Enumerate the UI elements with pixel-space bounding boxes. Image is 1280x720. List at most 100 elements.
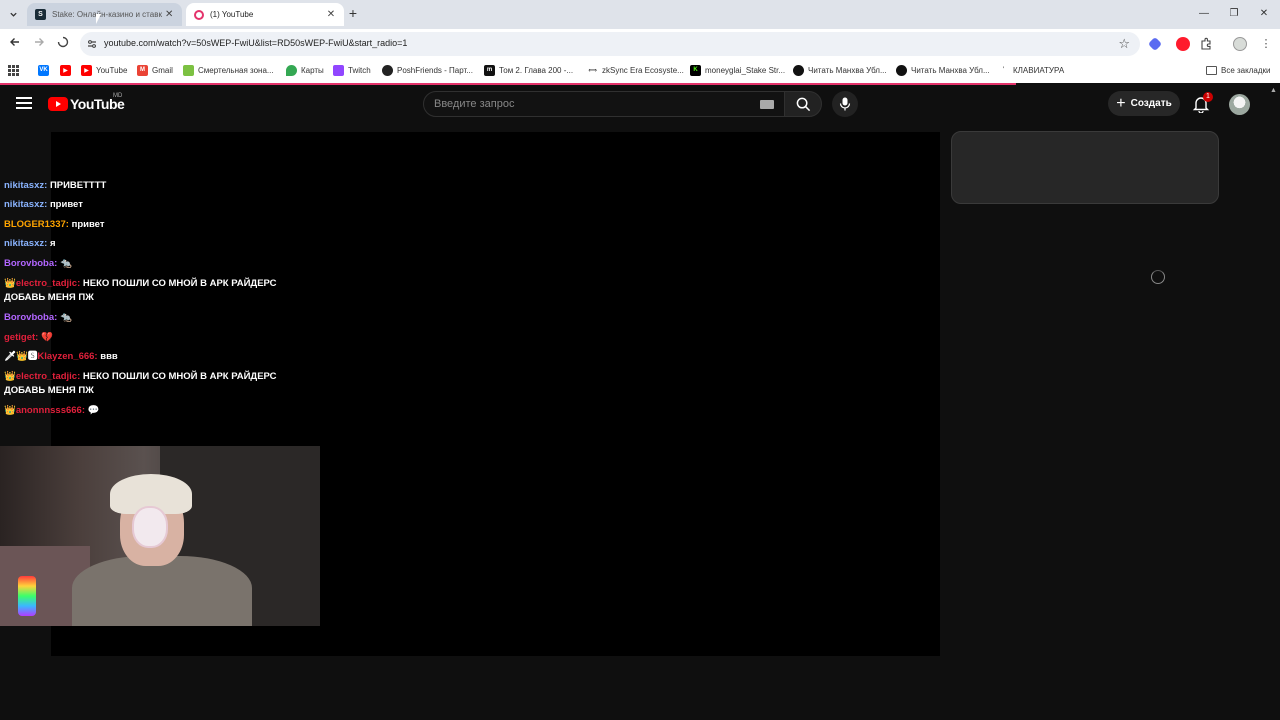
- address-bar[interactable]: youtube.com/watch?v=50sWEP-FwiU&list=RD5…: [80, 32, 1140, 56]
- chat-message: getiget: 💔: [4, 331, 314, 345]
- bookmark-deadzone[interactable]: Смертельная зона...: [183, 64, 274, 76]
- kebab-menu-icon[interactable]: ⋮: [1259, 37, 1273, 51]
- search-button[interactable]: [784, 91, 822, 117]
- bookmark-kick[interactable]: Kmoneyglai_Stake Str...: [690, 64, 785, 76]
- scrollbar-up-arrow-icon[interactable]: ▲: [1270, 87, 1277, 94]
- all-bookmarks-folder[interactable]: Все закладки: [1206, 64, 1270, 76]
- back-arrow-icon[interactable]: [7, 36, 23, 52]
- forward-arrow-icon[interactable]: [31, 36, 47, 52]
- chat-message: Borovboba: 🐀: [4, 257, 314, 271]
- chat-username: nikitasxz:: [4, 180, 48, 191]
- chat-emote: 🐀: [59, 312, 72, 323]
- chat-emote: 💔: [40, 332, 53, 343]
- region-code: MD: [113, 93, 123, 99]
- bookmark-manhwa-1[interactable]: Читать Манхва Убл...: [793, 64, 887, 76]
- sword-crown-badges-icon: 🗡👑🆂: [4, 351, 38, 362]
- bookmarks-bar: VK ▶ ▶ YouTube M Gmail Смертельная зона...…: [0, 59, 1280, 81]
- tab-close-icon[interactable]: ✕: [162, 9, 176, 20]
- zksync-icon: ⟺: [587, 64, 598, 76]
- new-tab-button[interactable]: +: [345, 5, 361, 21]
- bookmark-vk[interactable]: VK: [38, 64, 53, 76]
- chat-text: ПРИВЕТТТТ: [49, 180, 107, 191]
- manhwa-icon: [896, 64, 907, 76]
- account-avatar[interactable]: [1229, 94, 1250, 115]
- chat-username: nikitasxz:: [4, 238, 48, 249]
- bookmark-gmail[interactable]: M Gmail: [137, 64, 173, 76]
- chat-message: BLOGER1337: привет: [4, 218, 314, 232]
- site-info-icon[interactable]: [86, 38, 98, 50]
- tab-youtube[interactable]: (1) YouTube ✕: [186, 3, 344, 26]
- restore-icon[interactable]: ❐: [1226, 6, 1242, 22]
- youtube-play-icon: [48, 97, 68, 111]
- chat-emote: 💬: [87, 405, 100, 416]
- bookmark-youtube[interactable]: ▶ YouTube: [81, 64, 127, 76]
- crown-badge-icon: 👑: [4, 405, 16, 416]
- close-window-icon[interactable]: ✕: [1256, 6, 1272, 22]
- create-button[interactable]: + Создать: [1108, 91, 1180, 116]
- twitch-icon: [333, 64, 344, 76]
- bookmark-maps[interactable]: Карты: [286, 64, 324, 76]
- maps-pin-icon: [286, 64, 297, 76]
- bookmark-label: moneyglai_Stake Str...: [705, 65, 786, 75]
- streamer-webcam-overlay: [0, 446, 320, 626]
- minimize-icon[interactable]: —: [1196, 6, 1212, 22]
- tab-search-chevron-icon[interactable]: [5, 6, 21, 22]
- chat-message: nikitasxz: ПРИВЕТТТТ: [4, 179, 314, 193]
- apps-grid-icon[interactable]: [8, 64, 19, 76]
- chat-message: 👑anonnnsss666: 💬: [4, 404, 314, 418]
- youtube-header: YouTube MD Введите запрос + Создать 1: [0, 85, 1280, 123]
- bookmark-label: КЛАВИАТУРА: [1013, 65, 1065, 75]
- bookmark-keyboard[interactable]: ' КЛАВИАТУРА: [998, 64, 1064, 76]
- notification-count-badge: 1: [1203, 92, 1213, 102]
- bookmark-poshfriends[interactable]: PoshFriends - Парт...: [382, 64, 473, 76]
- kick-icon: K: [690, 64, 701, 76]
- posh-icon: [382, 64, 393, 76]
- chat-emote: 🐀: [59, 258, 72, 269]
- bookmark-label: Gmail: [152, 65, 173, 75]
- tab-stake-label: Stake: Онлайн-казино и ставки: [52, 10, 163, 19]
- green-site-icon: [183, 64, 194, 76]
- mouse-cursor-icon: [96, 14, 106, 24]
- bookmark-youtube-icon-only[interactable]: ▶: [60, 64, 75, 76]
- profile-avatar-icon[interactable]: [1233, 37, 1247, 51]
- crown-badge-icon: 👑: [4, 278, 16, 289]
- bookmark-twitch[interactable]: Twitch: [333, 64, 371, 76]
- loading-spinner-icon[interactable]: [55, 36, 71, 52]
- keyboard-icon[interactable]: [760, 100, 774, 109]
- bookmark-label: Читать Манхва Убл...: [911, 65, 990, 75]
- voice-search-button[interactable]: [832, 91, 858, 117]
- search-input[interactable]: Введите запрос: [423, 91, 785, 117]
- chat-text: ввв: [100, 351, 118, 362]
- bookmark-label: YouTube: [96, 65, 128, 75]
- chat-message: nikitasxz: я: [4, 237, 314, 251]
- search-icon: [796, 97, 810, 111]
- all-bookmarks-label: Все закладки: [1221, 65, 1271, 75]
- browser-toolbar: youtube.com/watch?v=50sWEP-FwiU&list=RD5…: [0, 29, 1280, 59]
- browser-tab-strip: S Stake: Онлайн-казино и ставки ✕ (1) Yo…: [0, 0, 1280, 29]
- tab-close-icon[interactable]: ✕: [324, 9, 338, 20]
- extensions-puzzle-icon[interactable]: [1199, 37, 1213, 51]
- menu-hamburger-icon[interactable]: [16, 97, 32, 109]
- bookmark-star-icon[interactable]: ☆: [1118, 36, 1130, 52]
- chat-text: привет: [49, 199, 83, 210]
- chat-message: 🗡👑🆂Klayzen_666: ввв: [4, 350, 314, 364]
- bookmark-manhwa-2[interactable]: Читать Манхва Убл...: [896, 64, 990, 76]
- manhwa-icon: [793, 64, 804, 76]
- bookmark-manga-chapter[interactable]: m Том 2. Глава 200 -...: [484, 64, 573, 76]
- url-text[interactable]: youtube.com/watch?v=50sWEP-FwiU&list=RD5…: [104, 38, 407, 48]
- search-placeholder: Введите запрос: [434, 98, 515, 110]
- chat-username: BLOGER1337:: [4, 219, 69, 230]
- opera-icon[interactable]: [1176, 37, 1190, 51]
- folder-icon: [1206, 65, 1217, 75]
- youtube-icon: ▶: [60, 64, 71, 76]
- extension-diamond-icon[interactable]: [1147, 36, 1163, 52]
- chat-message: Borovboba: 🐀: [4, 311, 314, 325]
- chat-message: nikitasxz: привет: [4, 198, 314, 212]
- plus-icon: +: [1116, 94, 1126, 112]
- bookmark-label: Смертельная зона...: [198, 65, 274, 75]
- webcam-person-body: [72, 556, 252, 626]
- sidebar-placeholder-card: [951, 131, 1219, 204]
- youtube-logo[interactable]: YouTube MD: [48, 93, 125, 112]
- chat-message: 👑electro_tadjic: НЕКО ПОШЛИ СО МНОЙ В АР…: [4, 370, 314, 398]
- bookmark-zksync[interactable]: ⟺ zkSync Era Ecosyste...: [587, 64, 684, 76]
